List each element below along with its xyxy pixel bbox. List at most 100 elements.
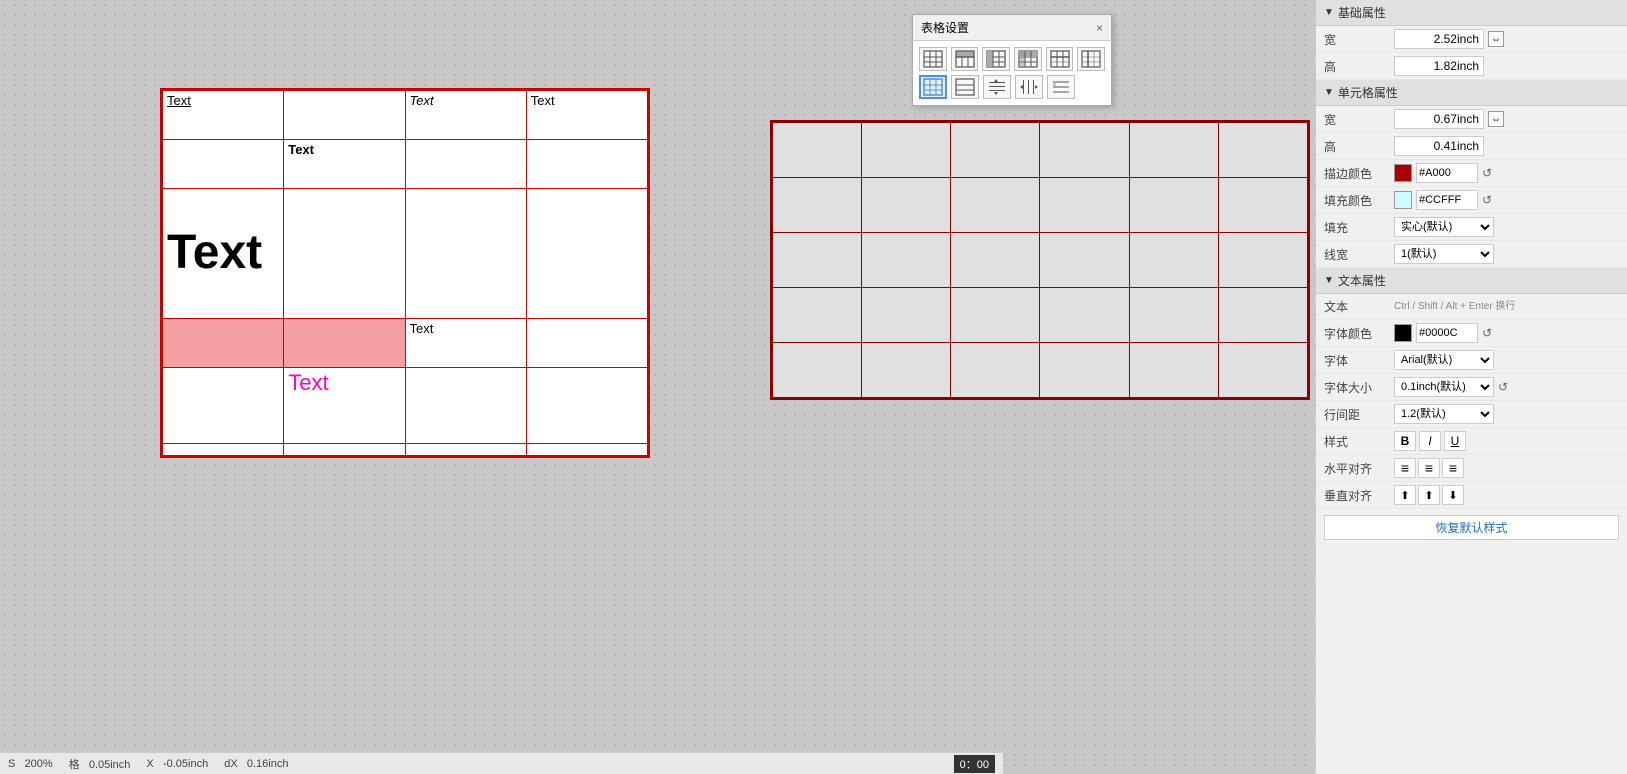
font-size-refresh[interactable]: ↺ xyxy=(1498,380,1508,394)
table-icon-btn-9[interactable] xyxy=(983,75,1011,99)
right-cell[interactable] xyxy=(1040,178,1129,233)
table-icon-btn-7[interactable] xyxy=(919,75,947,99)
cell-0-0[interactable]: Text xyxy=(163,91,284,140)
basic-properties-section[interactable]: ▼ 基础属性 xyxy=(1316,0,1627,26)
right-cell[interactable] xyxy=(862,288,951,343)
right-cell[interactable] xyxy=(1218,343,1307,398)
cell-4-1[interactable]: Text xyxy=(284,367,405,443)
cell-1-2[interactable] xyxy=(405,139,526,188)
right-cell[interactable] xyxy=(1218,178,1307,233)
font-select[interactable]: Arial(默认) xyxy=(1394,350,1494,370)
fill-color-swatch[interactable] xyxy=(1394,191,1412,209)
cell-1-0[interactable] xyxy=(163,139,284,188)
resize-handle-cell-width[interactable]: ⇔ xyxy=(1488,111,1504,127)
cell-4-3[interactable] xyxy=(526,367,647,443)
font-color-input[interactable] xyxy=(1416,323,1478,343)
fill-color-refresh[interactable]: ↺ xyxy=(1482,193,1492,207)
right-cell[interactable] xyxy=(1040,288,1129,343)
resize-handle-width[interactable]: ⇔ xyxy=(1488,31,1504,47)
table-icon-btn-6[interactable] xyxy=(1077,47,1105,71)
fill-color-input[interactable] xyxy=(1416,190,1478,210)
fill-select[interactable]: 实心(默认) xyxy=(1394,217,1494,237)
right-cell[interactable] xyxy=(1129,288,1218,343)
right-cell[interactable] xyxy=(773,288,862,343)
table-icon-btn-11[interactable]: ≡ xyxy=(1047,75,1075,99)
cell-4-2[interactable] xyxy=(405,367,526,443)
table-icon-btn-4[interactable] xyxy=(1014,47,1042,71)
cell-width-input[interactable] xyxy=(1394,109,1484,129)
cell-2-2[interactable] xyxy=(405,188,526,318)
cell-5-0[interactable] xyxy=(163,443,284,455)
h-align-left-button[interactable]: ≡ xyxy=(1394,458,1416,478)
table-icon-btn-10[interactable] xyxy=(1015,75,1043,99)
cell-1-1[interactable]: Text xyxy=(284,139,405,188)
width-input[interactable] xyxy=(1394,29,1484,49)
underline-button[interactable]: U xyxy=(1444,431,1466,451)
h-align-center-button[interactable]: ≡ xyxy=(1418,458,1440,478)
right-cell[interactable] xyxy=(1040,343,1129,398)
cell-0-2[interactable]: Text xyxy=(405,91,526,140)
table-icon-btn-1[interactable] xyxy=(919,47,947,71)
right-cell[interactable] xyxy=(951,233,1040,288)
right-cell[interactable] xyxy=(1040,123,1129,178)
right-cell[interactable] xyxy=(862,343,951,398)
text-properties-section[interactable]: ▼ 文本属性 xyxy=(1316,268,1627,294)
italic-button[interactable]: I xyxy=(1419,431,1441,451)
right-cell[interactable] xyxy=(862,178,951,233)
cell-0-3[interactable]: Text xyxy=(526,91,647,140)
cell-1-3[interactable] xyxy=(526,139,647,188)
right-cell[interactable] xyxy=(773,178,862,233)
cell-2-3[interactable] xyxy=(526,188,647,318)
cell-3-3[interactable] xyxy=(526,318,647,367)
table-icon-btn-5[interactable] xyxy=(1046,47,1074,71)
cell-2-1[interactable] xyxy=(284,188,405,318)
right-cell[interactable] xyxy=(951,123,1040,178)
right-cell[interactable] xyxy=(1129,123,1218,178)
right-cell[interactable] xyxy=(951,178,1040,233)
cell-5-3[interactable] xyxy=(526,443,647,455)
right-cell[interactable] xyxy=(1129,343,1218,398)
table-icon-btn-3[interactable] xyxy=(982,47,1010,71)
cell-properties-section[interactable]: ▼ 单元格属性 xyxy=(1316,80,1627,106)
table-icon-btn-8[interactable] xyxy=(951,75,979,99)
right-cell[interactable] xyxy=(773,343,862,398)
right-cell[interactable] xyxy=(951,343,1040,398)
line-width-select[interactable]: 1(默认) xyxy=(1394,244,1494,264)
right-cell[interactable] xyxy=(1218,288,1307,343)
cell-3-0[interactable] xyxy=(163,318,284,367)
cell-4-0[interactable] xyxy=(163,367,284,443)
cell-2-0[interactable]: Text xyxy=(163,188,284,318)
right-cell[interactable] xyxy=(773,233,862,288)
v-align-middle-button[interactable]: ⬆ xyxy=(1418,485,1440,505)
bold-button[interactable]: B xyxy=(1394,431,1416,451)
border-color-swatch[interactable] xyxy=(1394,164,1412,182)
table-left[interactable]: Text Text Text Text Text xyxy=(160,88,650,458)
cell-0-1[interactable] xyxy=(284,91,405,140)
font-color-swatch[interactable] xyxy=(1394,324,1412,342)
cell-height-input[interactable] xyxy=(1394,136,1484,156)
cell-5-1[interactable] xyxy=(284,443,405,455)
h-align-right-button[interactable]: ≡ xyxy=(1442,458,1464,478)
right-cell[interactable] xyxy=(862,123,951,178)
table-icon-btn-2[interactable] xyxy=(951,47,979,71)
right-cell[interactable] xyxy=(1040,233,1129,288)
right-cell[interactable] xyxy=(773,123,862,178)
font-color-refresh[interactable]: ↺ xyxy=(1482,326,1492,340)
canvas-area[interactable]: 表格设置 × xyxy=(0,0,1315,774)
font-size-select[interactable]: 0.1inch(默认) xyxy=(1394,377,1494,397)
table-right[interactable] xyxy=(770,120,1310,400)
right-cell[interactable] xyxy=(862,233,951,288)
right-cell[interactable] xyxy=(951,288,1040,343)
right-cell[interactable] xyxy=(1218,233,1307,288)
v-align-bottom-button[interactable]: ⬇ xyxy=(1442,485,1464,505)
v-align-top-button[interactable]: ⬆ xyxy=(1394,485,1416,505)
cell-3-1[interactable] xyxy=(284,318,405,367)
line-spacing-select[interactable]: 1.2(默认) xyxy=(1394,404,1494,424)
border-color-input[interactable] xyxy=(1416,163,1478,183)
restore-default-button[interactable]: 恢复默认样式 xyxy=(1324,515,1619,540)
right-cell[interactable] xyxy=(1129,178,1218,233)
border-color-refresh[interactable]: ↺ xyxy=(1482,166,1492,180)
cell-5-2[interactable] xyxy=(405,443,526,455)
dialog-close-button[interactable]: × xyxy=(1096,21,1103,35)
right-cell[interactable] xyxy=(1129,233,1218,288)
